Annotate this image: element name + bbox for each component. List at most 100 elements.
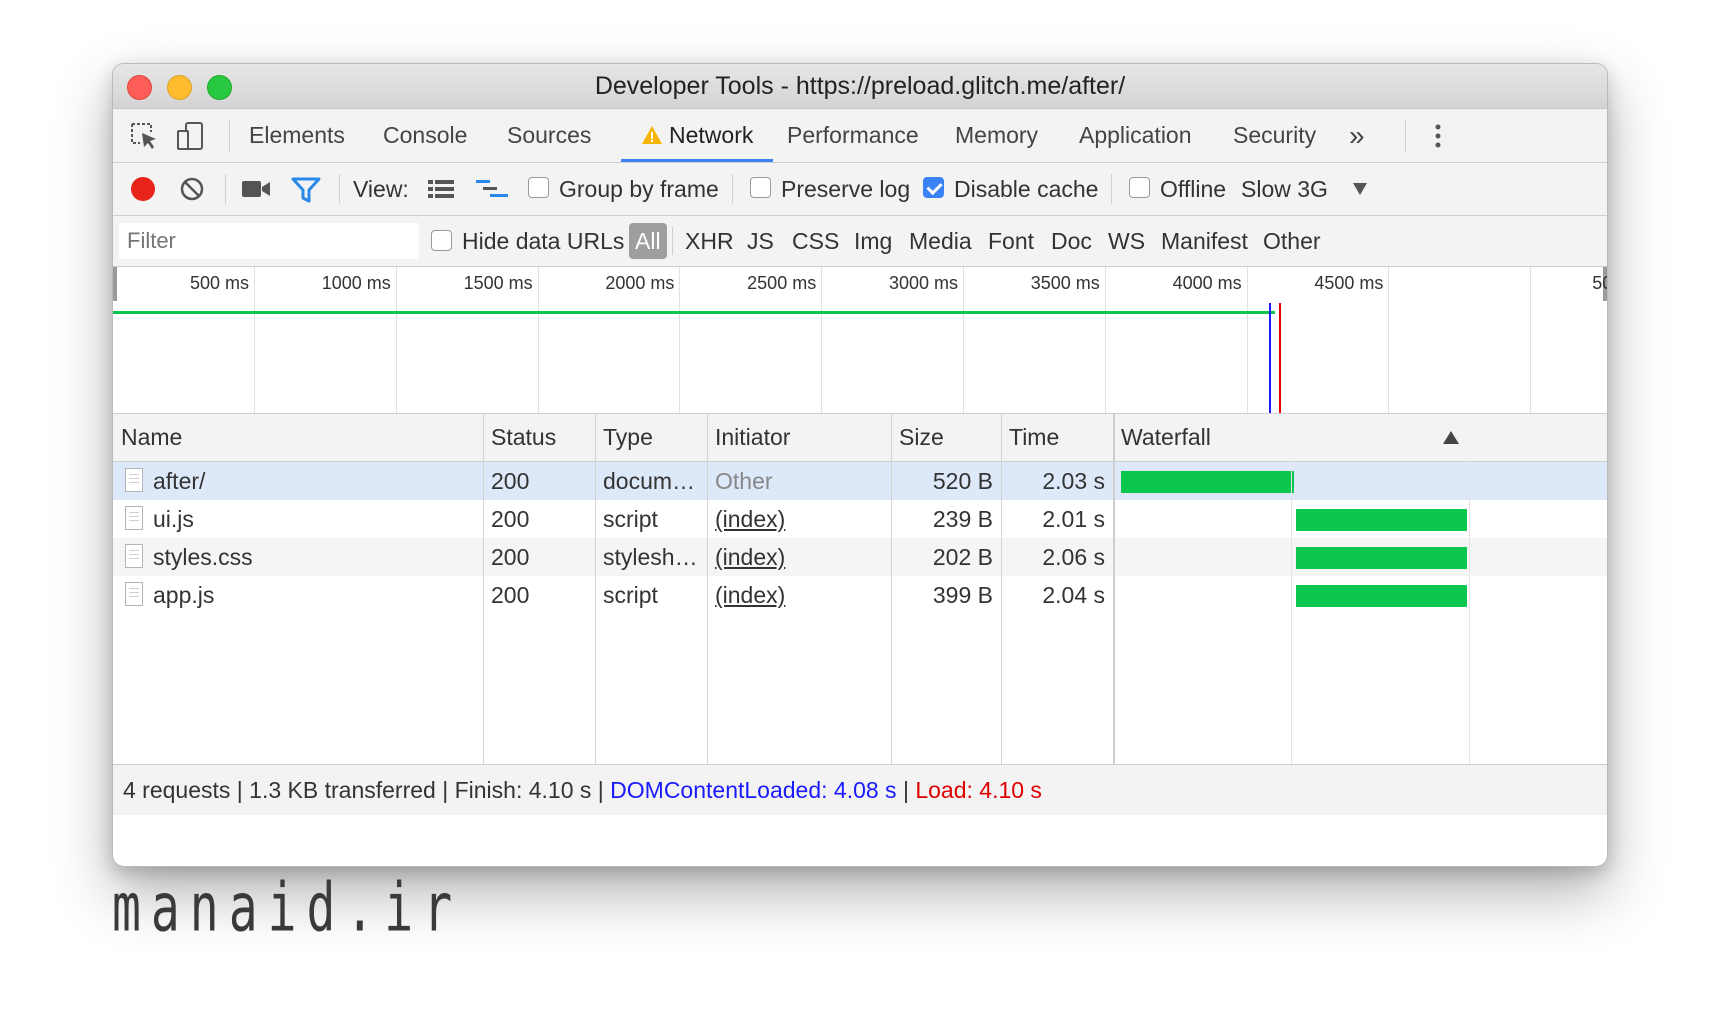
waterfall-bar[interactable] — [1296, 547, 1467, 569]
cell-initiator[interactable]: (index) — [707, 576, 891, 614]
overview-gridline — [395, 267, 397, 413]
overview-gridline — [679, 267, 681, 413]
requests-table: Name Status Type Initiator Size Time Wat… — [113, 414, 1607, 764]
finish-time: Finish: 4.10 s — [454, 777, 592, 803]
capture-screenshots-icon[interactable] — [241, 178, 271, 200]
overview-gridline — [1246, 267, 1248, 413]
waterfall-bar[interactable] — [1296, 585, 1467, 607]
filter-bar: Hide data URLs All XHR JS CSS Img Media … — [113, 216, 1607, 267]
column-status[interactable]: Status — [483, 414, 595, 461]
initiator-link: Other — [715, 468, 773, 494]
offline-checkbox[interactable] — [1129, 177, 1150, 198]
initiator-link[interactable]: (index) — [715, 544, 785, 570]
divider — [225, 174, 226, 204]
overview-tick-label: 4500 ms — [1314, 273, 1384, 293]
cell-type: docum… — [603, 468, 696, 494]
initiator-link[interactable]: (index) — [715, 582, 785, 608]
type-filter-css[interactable]: CSS — [792, 216, 839, 266]
table-row[interactable]: styles.css 200 stylesh… (index) 202 B 2.06 s — [113, 538, 1607, 576]
type-filter-manifest[interactable]: Manifest — [1161, 216, 1248, 266]
type-filter-ws[interactable]: WS — [1108, 216, 1145, 266]
type-filter-doc[interactable]: Doc — [1051, 216, 1092, 266]
document-icon — [125, 506, 143, 530]
column-waterfall[interactable]: Waterfall — [1113, 414, 1453, 461]
disable-cache-checkbox[interactable] — [923, 177, 944, 198]
cell-name[interactable]: styles.css — [145, 538, 483, 576]
filter-icon[interactable] — [291, 176, 321, 204]
column-divider — [595, 414, 596, 764]
request-count: 4 requests — [123, 777, 231, 803]
type-filter-font[interactable]: Font — [988, 216, 1034, 266]
tab-performance[interactable]: Performance — [787, 109, 919, 162]
sort-ascending-icon[interactable] — [1443, 431, 1459, 444]
close-window-button[interactable] — [127, 75, 152, 100]
type-filter-other[interactable]: Other — [1263, 216, 1321, 266]
load-time: Load: 4.10 s — [915, 777, 1042, 803]
table-row[interactable]: app.js 200 script (index) 399 B 2.04 s — [113, 576, 1607, 614]
document-icon — [125, 468, 143, 492]
document-icon — [125, 582, 143, 606]
divider — [732, 174, 733, 204]
warning-icon — [642, 126, 662, 144]
more-options-icon[interactable] — [1423, 121, 1453, 151]
tab-console[interactable]: Console — [383, 109, 467, 162]
overview-resize-handle-left[interactable] — [113, 267, 117, 301]
filter-input[interactable] — [119, 223, 419, 259]
hide-data-urls-checkbox[interactable] — [431, 230, 452, 251]
cell-type: script — [603, 506, 658, 532]
tab-sources[interactable]: Sources — [507, 109, 591, 162]
cell-initiator[interactable]: (index) — [707, 500, 891, 538]
dom-content-loaded-time: DOMContentLoaded: 4.08 s — [610, 777, 897, 803]
minimize-window-button[interactable] — [167, 75, 192, 100]
overview-gridline — [1104, 267, 1106, 413]
column-name[interactable]: Name — [113, 414, 483, 461]
hide-data-urls-label: Hide data URLs — [462, 228, 625, 254]
group-by-frame-checkbox[interactable] — [528, 177, 549, 198]
initiator-link[interactable]: (index) — [715, 506, 785, 532]
inspect-element-icon[interactable] — [129, 121, 159, 151]
table-row[interactable]: after/200 docum… Other 520 B 2.03 s — [113, 462, 1607, 500]
overview-timeline[interactable]: 500 ms 1000 ms 1500 ms 2000 ms 2500 ms 3000 m… — [113, 267, 1607, 414]
cell-status: 200 — [491, 544, 530, 570]
type-filter-xhr[interactable]: XHR — [685, 216, 734, 266]
column-time[interactable]: Time — [1001, 414, 1113, 461]
column-initiator[interactable]: Initiator — [707, 414, 891, 461]
overview-waterfall-icon[interactable] — [475, 178, 509, 200]
preserve-log-checkbox[interactable] — [750, 177, 771, 198]
column-size[interactable]: Size — [891, 414, 1001, 461]
cell-name[interactable]: after/ — [145, 462, 483, 500]
cell-type: script — [603, 582, 658, 608]
tab-elements[interactable]: Elements — [249, 109, 345, 162]
waterfall-bar[interactable] — [1296, 509, 1467, 531]
chevron-down-icon[interactable] — [1353, 183, 1367, 195]
type-filter-all[interactable]: All — [629, 223, 667, 259]
overview-requests-bar — [113, 311, 1275, 314]
tab-security[interactable]: Security — [1233, 109, 1316, 162]
cell-status: 200 — [491, 582, 530, 608]
view-label: View: — [353, 176, 409, 202]
clear-icon[interactable] — [179, 176, 205, 202]
cell-name[interactable]: app.js — [145, 576, 483, 614]
tab-application[interactable]: Application — [1079, 109, 1192, 162]
type-filter-js[interactable]: JS — [747, 216, 774, 266]
column-divider — [483, 414, 484, 764]
more-tabs-button[interactable]: » — [1349, 109, 1365, 162]
throttling-select[interactable]: Slow 3G — [1241, 163, 1328, 215]
tab-memory[interactable]: Memory — [955, 109, 1038, 162]
table-row[interactable]: ui.js 200 script (index) 239 B 2.01 s — [113, 500, 1607, 538]
record-icon[interactable] — [129, 175, 157, 203]
cell-status: 200 — [491, 468, 530, 494]
waterfall-bar[interactable] — [1121, 471, 1295, 493]
panel-tabbar: Elements Console Sources Network Perform… — [113, 109, 1607, 163]
column-type[interactable]: Type — [595, 414, 707, 461]
cell-name[interactable]: ui.js — [145, 500, 483, 538]
type-filter-img[interactable]: Img — [854, 216, 892, 266]
summary-bar: 4 requests | 1.3 KB transferred | Finish… — [113, 764, 1607, 815]
type-filter-media[interactable]: Media — [909, 216, 972, 266]
large-rows-icon[interactable] — [427, 178, 455, 200]
cell-initiator[interactable]: (index) — [707, 538, 891, 576]
column-divider — [1001, 414, 1002, 764]
device-toolbar-icon[interactable] — [175, 121, 205, 151]
tab-network[interactable]: Network — [621, 109, 774, 162]
maximize-window-button[interactable] — [207, 75, 232, 100]
